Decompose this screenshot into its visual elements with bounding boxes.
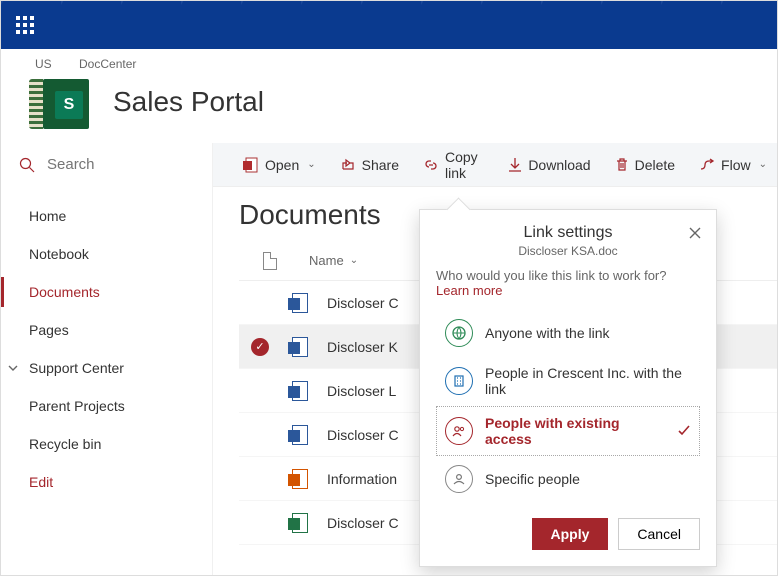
chevron-down-icon: ⌄ [759,159,767,170]
command-bar: Open ⌄ Share Copy link Download [213,143,777,187]
option-anyone-label: Anyone with the link [485,325,610,341]
callout-title: Link settings [436,224,700,242]
close-icon [688,226,702,240]
nav-home[interactable]: Home [1,197,212,235]
apply-button[interactable]: Apply [532,518,609,550]
nav-support-center[interactable]: Support Center [1,349,212,387]
person-icon [445,465,473,493]
nav-pages[interactable]: Pages [1,311,212,349]
suite-bar [1,1,777,49]
cmd-share[interactable]: Share [330,143,409,187]
file-name: Discloser C [327,295,399,311]
word-file-icon [291,294,309,312]
nav-support-center-label: Support Center [29,360,124,376]
cmd-open-label: Open [265,157,299,173]
search-icon [19,157,35,173]
file-name: Discloser C [327,427,399,443]
callout-subtitle: Discloser KSA.doc [436,244,700,258]
chevron-down-icon: ⌄ [350,255,358,266]
check-icon [677,423,691,440]
cmd-open[interactable]: Open ⌄ [233,143,326,187]
nav-parent-projects[interactable]: Parent Projects [1,387,212,425]
word-file-icon [291,426,309,444]
site-title: Sales Portal [113,86,264,118]
site-logo[interactable]: S [29,75,89,129]
cmd-download-label: Download [528,157,590,173]
option-anyone[interactable]: Anyone with the link [436,310,700,356]
cmd-flow-label: Flow [721,157,751,173]
breadcrumb-us[interactable]: US [35,57,52,71]
search-box[interactable] [1,143,212,187]
option-specific-people[interactable]: Specific people [436,456,700,502]
people-icon [445,417,473,445]
word-file-icon [291,338,309,356]
nav-notebook[interactable]: Notebook [1,235,212,273]
learn-more-link[interactable]: Learn more [436,283,502,298]
cmd-copy-link-label: Copy link [445,149,484,181]
file-type-column-icon [263,252,277,270]
option-existing-label: People with existing access [485,415,665,447]
app-launcher-icon[interactable] [9,9,41,41]
word-file-icon [291,382,309,400]
cmd-share-label: Share [362,157,399,173]
globe-icon [445,319,473,347]
nav-edit[interactable]: Edit [1,463,212,501]
option-existing-access[interactable]: People with existing access [436,406,700,456]
cmd-delete-label: Delete [635,157,675,173]
aspx-file-icon [291,470,309,488]
excel-file-icon [291,514,309,532]
left-column: Home Notebook Documents Pages Support Ce… [1,143,213,576]
flow-icon [699,157,715,173]
breadcrumb-doccenter[interactable]: DocCenter [79,57,136,71]
file-name: Discloser C [327,515,399,531]
row-selected-check-icon[interactable]: ✓ [251,338,269,356]
cmd-flow[interactable]: Flow ⌄ [689,143,777,187]
trash-icon [615,157,629,173]
word-app-icon [243,157,259,173]
nav-documents[interactable]: Documents [1,273,212,311]
org-icon [445,367,473,395]
breadcrumb: US DocCenter [29,57,765,71]
cmd-delete[interactable]: Delete [605,143,685,187]
option-org-label: People in Crescent Inc. with the link [485,365,691,397]
quick-launch: Home Notebook Documents Pages Support Ce… [1,187,212,501]
site-header: US DocCenter S Sales Portal [1,49,777,143]
column-name-label: Name [309,253,344,268]
column-name[interactable]: Name ⌄ [309,253,358,268]
link-icon [423,157,439,173]
option-org[interactable]: People in Crescent Inc. with the link [436,356,700,406]
file-name: Discloser K [327,339,398,355]
file-name: Discloser L [327,383,396,399]
chevron-down-icon: ⌄ [307,159,315,170]
cancel-button[interactable]: Cancel [618,518,700,550]
download-icon [508,157,522,173]
share-icon [340,157,356,173]
chevron-down-icon [7,362,19,374]
cmd-copy-link[interactable]: Copy link [413,143,494,187]
link-settings-callout: Link settings Discloser KSA.doc Who woul… [419,209,717,567]
option-specific-label: Specific people [485,471,580,487]
cmd-download[interactable]: Download [498,143,600,187]
nav-recycle-bin[interactable]: Recycle bin [1,425,212,463]
callout-question: Who would you like this link to work for… [436,268,700,298]
site-logo-letter: S [55,91,83,119]
close-button[interactable] [688,226,702,243]
file-name: Information [327,471,397,487]
search-input[interactable] [45,155,185,174]
